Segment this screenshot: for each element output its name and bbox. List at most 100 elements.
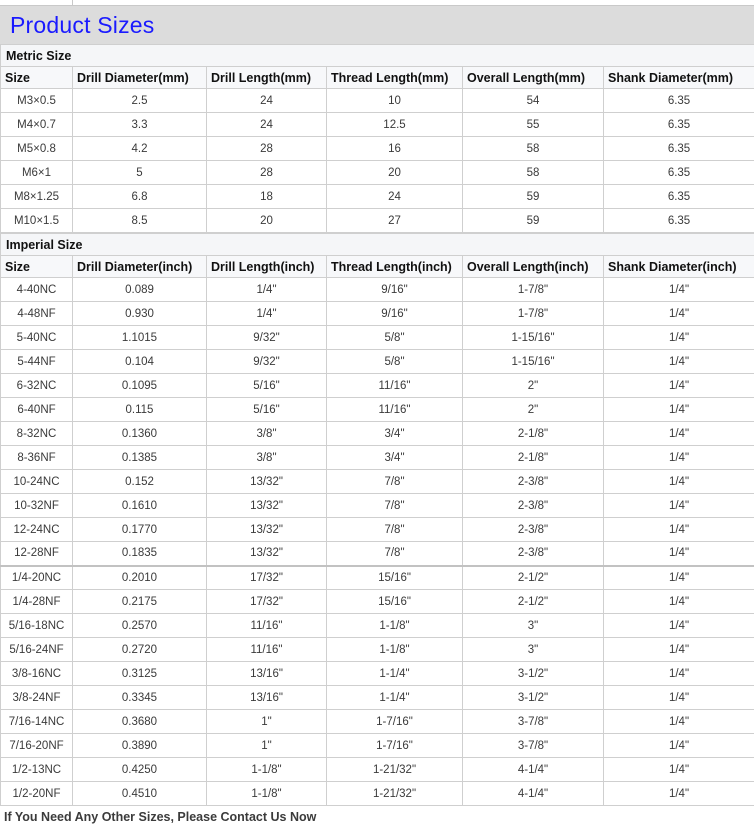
imperial-cell-r12-c1: 0.2010 — [73, 566, 207, 590]
imperial-cell-r15-c0: 5/16-24NF — [1, 638, 73, 662]
imperial-cell-r6-c3: 3/4" — [327, 422, 463, 446]
metric-col-header-1: Drill Diameter(mm) — [73, 67, 207, 89]
table-row: M6×152820586.35 — [1, 161, 754, 185]
imperial-cell-r17-c1: 0.3345 — [73, 686, 207, 710]
imperial-cell-r20-c0: 1/2-13NC — [1, 758, 73, 782]
metric-column-header-row: SizeDrill Diameter(mm)Drill Length(mm)Th… — [1, 67, 754, 89]
imperial-section-label: Imperial Size — [1, 234, 754, 256]
imperial-cell-r19-c2: 1" — [207, 734, 327, 758]
imperial-cell-r4-c3: 11/16" — [327, 374, 463, 398]
imperial-cell-r3-c1: 0.104 — [73, 350, 207, 374]
footer-note: If You Need Any Other Sizes, Please Cont… — [0, 806, 754, 824]
imperial-cell-r18-c5: 1/4" — [604, 710, 754, 734]
imperial-table-body: Imperial Size SizeDrill Diameter(inch)Dr… — [1, 234, 754, 806]
imperial-cell-r5-c2: 5/16" — [207, 398, 327, 422]
imperial-cell-r5-c3: 11/16" — [327, 398, 463, 422]
imperial-cell-r2-c5: 1/4" — [604, 326, 754, 350]
metric-cell-r4-c4: 59 — [463, 185, 604, 209]
imperial-cell-r6-c0: 8-32NC — [1, 422, 73, 446]
imperial-cell-r18-c2: 1" — [207, 710, 327, 734]
imperial-cell-r7-c1: 0.1385 — [73, 446, 207, 470]
metric-col-header-4: Overall Length(mm) — [463, 67, 604, 89]
imperial-cell-r1-c5: 1/4" — [604, 302, 754, 326]
metric-cell-r3-c0: M6×1 — [1, 161, 73, 185]
table-row: 1/4-20NC0.201017/32"15/16"2-1/2"1/4" — [1, 566, 754, 590]
imperial-cell-r17-c0: 3/8-24NF — [1, 686, 73, 710]
metric-cell-r3-c2: 28 — [207, 161, 327, 185]
metric-cell-r0-c0: M3×0.5 — [1, 89, 73, 113]
metric-size-table: Metric Size SizeDrill Diameter(mm)Drill … — [0, 44, 754, 233]
imperial-cell-r12-c0: 1/4-20NC — [1, 566, 73, 590]
imperial-cell-r12-c5: 1/4" — [604, 566, 754, 590]
imperial-cell-r15-c3: 1-1/8" — [327, 638, 463, 662]
metric-cell-r3-c3: 20 — [327, 161, 463, 185]
metric-col-header-0: Size — [1, 67, 73, 89]
metric-cell-r5-c3: 27 — [327, 209, 463, 233]
table-row: 1/2-20NF0.45101-1/8"1-21/32"4-1/4"1/4" — [1, 782, 754, 806]
table-row: M4×0.73.32412.5556.35 — [1, 113, 754, 137]
imperial-size-table: Imperial Size SizeDrill Diameter(inch)Dr… — [0, 233, 754, 806]
imperial-cell-r11-c5: 1/4" — [604, 542, 754, 566]
table-row: 5-40NC1.10159/32"5/8"1-15/16"1/4" — [1, 326, 754, 350]
imperial-cell-r14-c3: 1-1/8" — [327, 614, 463, 638]
imperial-cell-r1-c0: 4-48NF — [1, 302, 73, 326]
imperial-cell-r6-c2: 3/8" — [207, 422, 327, 446]
table-row: M8×1.256.81824596.35 — [1, 185, 754, 209]
imperial-cell-r14-c2: 11/16" — [207, 614, 327, 638]
metric-cell-r5-c4: 59 — [463, 209, 604, 233]
metric-cell-r5-c2: 20 — [207, 209, 327, 233]
table-row: 12-28NF0.183513/32"7/8"2-3/8"1/4" — [1, 542, 754, 566]
table-row: 4-40NC0.0891/4"9/16"1-7/8"1/4" — [1, 278, 754, 302]
imperial-cell-r14-c1: 0.2570 — [73, 614, 207, 638]
imperial-cell-r10-c3: 7/8" — [327, 518, 463, 542]
product-sizes-page: Product Sizes Metric Size SizeDrill Diam… — [0, 0, 754, 824]
table-row: 5/16-18NC0.257011/16"1-1/8"3"1/4" — [1, 614, 754, 638]
imperial-cell-r15-c1: 0.2720 — [73, 638, 207, 662]
imperial-cell-r1-c3: 9/16" — [327, 302, 463, 326]
metric-cell-r1-c0: M4×0.7 — [1, 113, 73, 137]
metric-col-header-2: Drill Length(mm) — [207, 67, 327, 89]
imperial-cell-r8-c3: 7/8" — [327, 470, 463, 494]
imperial-cell-r14-c5: 1/4" — [604, 614, 754, 638]
table-row: 7/16-20NF0.38901"1-7/16"3-7/8"1/4" — [1, 734, 754, 758]
imperial-cell-r13-c5: 1/4" — [604, 590, 754, 614]
metric-cell-r1-c1: 3.3 — [73, 113, 207, 137]
metric-cell-r4-c5: 6.35 — [604, 185, 754, 209]
imperial-cell-r7-c0: 8-36NF — [1, 446, 73, 470]
imperial-cell-r7-c4: 2-1/8" — [463, 446, 604, 470]
imperial-cell-r16-c5: 1/4" — [604, 662, 754, 686]
imperial-cell-r6-c5: 1/4" — [604, 422, 754, 446]
imperial-cell-r21-c1: 0.4510 — [73, 782, 207, 806]
imperial-cell-r10-c1: 0.1770 — [73, 518, 207, 542]
imperial-cell-r4-c2: 5/16" — [207, 374, 327, 398]
imperial-cell-r17-c4: 3-1/2" — [463, 686, 604, 710]
imperial-cell-r6-c4: 2-1/8" — [463, 422, 604, 446]
metric-cell-r5-c5: 6.35 — [604, 209, 754, 233]
imperial-cell-r14-c0: 5/16-18NC — [1, 614, 73, 638]
metric-cell-r5-c0: M10×1.5 — [1, 209, 73, 233]
imperial-cell-r2-c4: 1-15/16" — [463, 326, 604, 350]
table-row: M3×0.52.52410546.35 — [1, 89, 754, 113]
table-row: 8-36NF0.13853/8"3/4"2-1/8"1/4" — [1, 446, 754, 470]
imperial-cell-r2-c1: 1.1015 — [73, 326, 207, 350]
imperial-cell-r18-c0: 7/16-14NC — [1, 710, 73, 734]
imperial-cell-r16-c4: 3-1/2" — [463, 662, 604, 686]
imperial-col-header-3: Thread Length(inch) — [327, 256, 463, 278]
imperial-cell-r2-c3: 5/8" — [327, 326, 463, 350]
table-row: 8-32NC0.13603/8"3/4"2-1/8"1/4" — [1, 422, 754, 446]
metric-cell-r3-c1: 5 — [73, 161, 207, 185]
imperial-cell-r5-c0: 6-40NF — [1, 398, 73, 422]
imperial-cell-r9-c2: 13/32" — [207, 494, 327, 518]
imperial-cell-r20-c4: 4-1/4" — [463, 758, 604, 782]
metric-cell-r2-c1: 4.2 — [73, 137, 207, 161]
metric-cell-r1-c5: 6.35 — [604, 113, 754, 137]
imperial-cell-r0-c1: 0.089 — [73, 278, 207, 302]
table-row: 3/8-16NC0.312513/16"1-1/4"3-1/2"1/4" — [1, 662, 754, 686]
imperial-col-header-4: Overall Length(inch) — [463, 256, 604, 278]
metric-cell-r3-c5: 6.35 — [604, 161, 754, 185]
imperial-cell-r21-c5: 1/4" — [604, 782, 754, 806]
imperial-cell-r13-c0: 1/4-28NF — [1, 590, 73, 614]
metric-cell-r1-c2: 24 — [207, 113, 327, 137]
imperial-cell-r20-c5: 1/4" — [604, 758, 754, 782]
metric-table-body: Metric Size SizeDrill Diameter(mm)Drill … — [1, 45, 754, 233]
